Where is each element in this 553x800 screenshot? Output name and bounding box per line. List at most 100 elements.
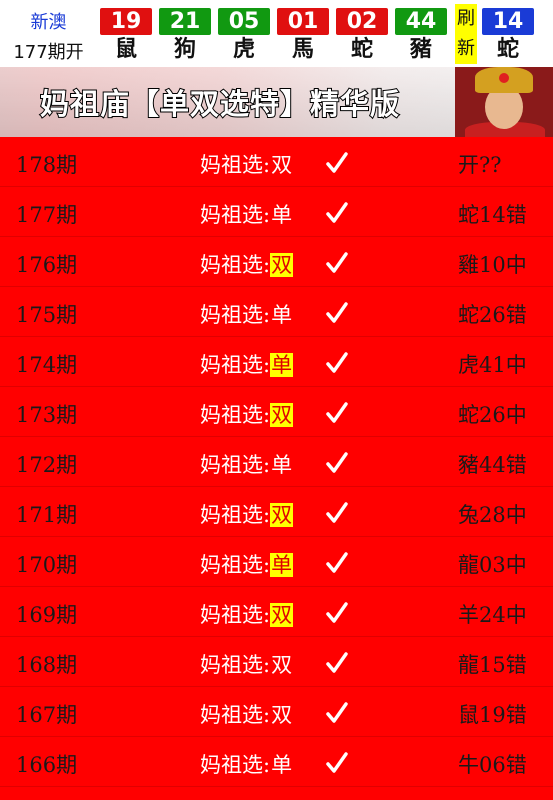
result-text: 龍03中	[458, 553, 527, 577]
result-text: 羊24中	[458, 603, 527, 627]
period-label: 166期	[16, 753, 78, 777]
period-label: 177期	[16, 203, 78, 227]
prediction-text: 妈祖选:单	[200, 749, 293, 779]
refresh-label-bottom: 新	[457, 38, 475, 59]
ball-number: 21	[159, 8, 211, 35]
check-icon	[326, 301, 348, 325]
draw-period: 177期开	[13, 42, 84, 63]
result-text: 兔28中	[458, 503, 527, 527]
prediction-text: 妈祖选:单	[200, 199, 293, 229]
prediction-label: 妈祖选:	[200, 503, 271, 527]
table-row: 168期 妈祖选:双 龍15错	[0, 637, 553, 687]
prediction-choice: 单	[271, 753, 293, 777]
results-bar: 新澳 177期开 19 鼠 21 狗 05 虎 01 馬 02 蛇 44 豬 刷…	[0, 0, 553, 67]
result-text: 开??	[458, 153, 502, 177]
check-icon	[326, 751, 348, 775]
prediction-label: 妈祖选:	[200, 603, 271, 627]
prediction-label: 妈祖选:	[200, 753, 271, 777]
prediction-choice: 双	[271, 703, 293, 727]
ball-zodiac: 狗	[173, 37, 196, 62]
table-row: 174期 妈祖选:单 虎41中	[0, 337, 553, 387]
ball-zodiac: 鼠	[114, 37, 137, 62]
check-icon	[326, 201, 348, 225]
ball-number: 44	[395, 8, 447, 35]
prediction-label: 妈祖选:	[200, 353, 271, 377]
prediction-choice: 双	[271, 653, 293, 677]
prediction-text: 妈祖选:单	[200, 549, 294, 579]
refresh-button[interactable]: 刷 新	[455, 4, 477, 64]
check-icon	[326, 451, 348, 475]
ball-number: 14	[482, 8, 534, 35]
prediction-label: 妈祖选:	[200, 703, 271, 727]
prediction-label: 妈祖选:	[200, 153, 271, 177]
table-row: 175期 妈祖选:单 蛇26错	[0, 287, 553, 337]
special-ball: 14 蛇	[482, 4, 534, 64]
result-text: 雞10中	[458, 253, 527, 277]
prediction-text: 妈祖选:双	[200, 649, 293, 679]
prediction-text: 妈祖选:双	[200, 499, 294, 529]
prediction-label: 妈祖选:	[200, 403, 271, 427]
table-row: 167期 妈祖选:双 鼠19错	[0, 687, 553, 737]
draw-brand: 新澳 177期开	[0, 0, 97, 67]
prediction-text: 妈祖选:单	[200, 349, 294, 379]
check-icon	[326, 151, 348, 175]
table-row: 178期 妈祖选:双 开??	[0, 137, 553, 187]
table-row: 170期 妈祖选:单 龍03中	[0, 537, 553, 587]
check-icon	[326, 601, 348, 625]
table-row: 171期 妈祖选:双 兔28中	[0, 487, 553, 537]
result-text: 豬44错	[458, 453, 527, 477]
period-label: 176期	[16, 253, 78, 277]
prediction-choice: 单	[271, 203, 293, 227]
check-icon	[326, 551, 348, 575]
prediction-choice: 单	[270, 553, 294, 577]
result-text: 龍15错	[458, 653, 527, 677]
ball-number: 19	[100, 8, 152, 35]
prediction-choice: 单	[271, 453, 293, 477]
result-text: 蛇14错	[458, 203, 527, 227]
result-text: 鼠19错	[458, 703, 527, 727]
result-text: 牛06错	[458, 753, 527, 777]
prediction-choice: 双	[270, 403, 294, 427]
period-label: 169期	[16, 603, 78, 627]
refresh-label-top: 刷	[457, 8, 475, 29]
check-icon	[326, 401, 348, 425]
prediction-label: 妈祖选:	[200, 653, 271, 677]
period-label: 167期	[16, 703, 78, 727]
result-ball-2: 21 狗	[159, 4, 211, 64]
prediction-text: 妈祖选:双	[200, 599, 294, 629]
prediction-text: 妈祖选:双	[200, 699, 293, 729]
check-icon	[326, 701, 348, 725]
result-ball-4: 01 馬	[277, 4, 329, 64]
check-icon	[326, 351, 348, 375]
prediction-choice: 双	[270, 503, 294, 527]
prediction-label: 妈祖选:	[200, 553, 271, 577]
period-label: 172期	[16, 453, 78, 477]
check-icon	[326, 651, 348, 675]
check-icon	[326, 501, 348, 525]
result-ball-1: 19 鼠	[100, 4, 152, 64]
prediction-choice: 双	[270, 603, 294, 627]
ball-zodiac: 蛇	[496, 37, 519, 62]
prediction-label: 妈祖选:	[200, 453, 271, 477]
result-text: 蛇26错	[458, 303, 527, 327]
prediction-text: 妈祖选:双	[200, 399, 294, 429]
table-row: 166期 妈祖选:单 牛06错	[0, 737, 553, 787]
prediction-choice: 双	[271, 153, 293, 177]
mazu-statue-image	[455, 67, 553, 137]
prediction-text: 妈祖选:单	[200, 449, 293, 479]
prediction-text: 妈祖选:双	[200, 149, 293, 179]
prediction-text: 妈祖选:双	[200, 249, 294, 279]
ball-zodiac: 馬	[291, 37, 314, 62]
prediction-choice: 双	[270, 253, 294, 277]
prediction-choice: 单	[271, 303, 293, 327]
ball-number: 05	[218, 8, 270, 35]
ball-number: 02	[336, 8, 388, 35]
prediction-label: 妈祖选:	[200, 253, 271, 277]
prediction-label: 妈祖选:	[200, 303, 271, 327]
period-label: 170期	[16, 553, 78, 577]
ball-number: 01	[277, 8, 329, 35]
result-ball-6: 44 豬	[395, 4, 447, 64]
ball-zodiac: 虎	[232, 37, 255, 62]
result-text: 蛇26中	[458, 403, 527, 427]
table-row: 176期 妈祖选:双 雞10中	[0, 237, 553, 287]
